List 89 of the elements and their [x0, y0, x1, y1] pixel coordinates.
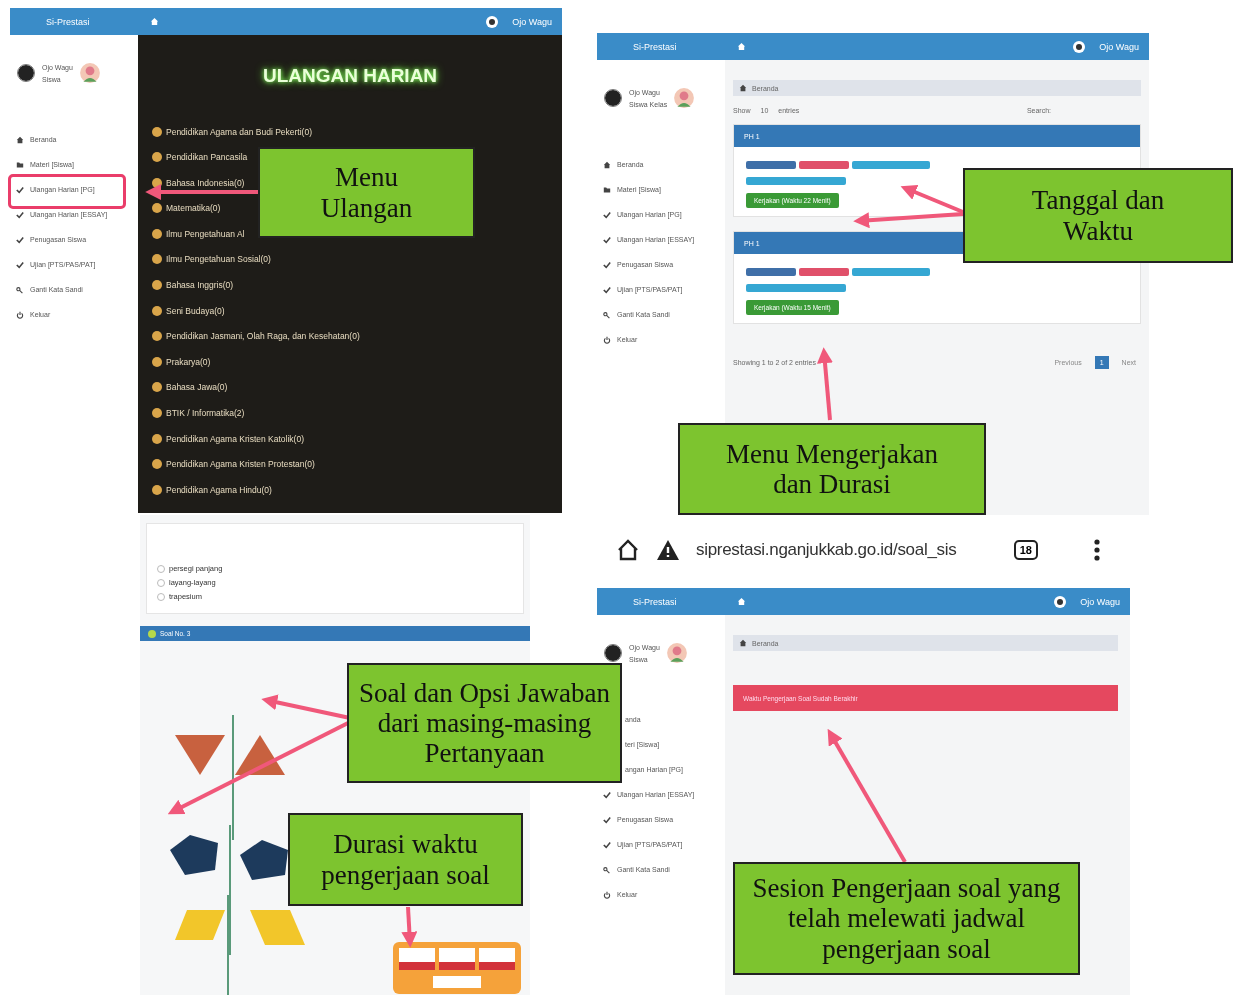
bullet-icon — [152, 331, 162, 342]
subject-link[interactable]: Matematika(0) — [166, 203, 221, 214]
user-icon[interactable] — [486, 15, 499, 28]
subject-link[interactable]: Pendidikan Pancasila — [166, 152, 248, 163]
callout-text: dan Durasi — [773, 469, 891, 500]
warning-icon — [656, 538, 680, 562]
bullet-icon — [152, 305, 162, 316]
subject-link[interactable]: Ilmu Pengetahuan Sosial(0) — [166, 254, 271, 265]
check-icon — [603, 260, 611, 269]
user-icon[interactable] — [1054, 595, 1067, 608]
avatar-icon — [665, 642, 688, 664]
school-logo-icon — [603, 88, 623, 108]
key-icon — [603, 310, 611, 319]
subject-link[interactable]: BTIK / Informatika(2) — [166, 408, 245, 419]
home-icon — [16, 135, 24, 144]
avatar-icon — [673, 87, 696, 109]
subject-link[interactable]: Bahasa Jawa(0) — [166, 382, 228, 393]
subject-link[interactable]: Pendidikan Jasmani, Olah Raga, dan Kesehatan(0) — [166, 331, 360, 342]
app-brand[interactable]: Si-Prestasi — [633, 596, 723, 607]
power-icon — [603, 890, 611, 899]
home-icon — [739, 84, 747, 92]
tab-count-button[interactable]: 18 — [1013, 540, 1038, 560]
subject-link[interactable]: Seni Budaya(0) — [166, 305, 225, 316]
callout-text: Menu Mengerjakan — [725, 438, 939, 469]
avatar-icon — [78, 62, 101, 84]
check-icon — [16, 210, 24, 219]
bullet-icon — [152, 356, 162, 367]
user-icon[interactable] — [1073, 40, 1086, 53]
callout-text: Pertanyaan — [424, 738, 545, 769]
callout-text: telah melewati jadwal — [788, 903, 1025, 934]
app-brand[interactable]: Si-Prestasi — [633, 41, 723, 52]
bullet-icon — [152, 228, 162, 239]
check-icon — [16, 235, 24, 244]
home-icon — [603, 160, 611, 169]
check-icon — [603, 790, 611, 799]
callout-text: dari masing-masing — [377, 707, 592, 739]
check-icon — [16, 260, 24, 269]
folder-icon — [16, 160, 24, 169]
callout-text: Sesion Pengerjaan soal yang — [752, 873, 1061, 904]
check-icon — [16, 185, 24, 194]
callout-text: pengerjaan soal — [321, 859, 490, 890]
home-icon[interactable] — [616, 538, 640, 562]
subject-link[interactable]: Ilmu Pengetahuan Al — [166, 228, 245, 239]
bullet-icon — [152, 280, 162, 291]
subject-link[interactable]: Pendidikan Agama dan Budi Pekerti(0) — [166, 126, 312, 137]
subject-link[interactable]: Pendidikan Agama Kristen Protestan(0) — [166, 459, 315, 470]
school-logo-icon — [16, 63, 36, 83]
bullet-icon — [152, 433, 162, 444]
subject-link[interactable]: Pendidikan Agama Hindu(0) — [166, 484, 272, 495]
power-icon — [16, 310, 24, 319]
subject-link[interactable]: Bahasa Indonesia(0) — [166, 177, 245, 188]
bullet-icon — [148, 629, 156, 638]
bullet-icon — [152, 484, 162, 495]
power-icon — [603, 335, 611, 344]
key-icon — [603, 865, 611, 874]
check-icon — [603, 210, 611, 219]
callout-text: pengerjaan soal — [822, 933, 991, 964]
bullet-icon — [152, 254, 162, 265]
bullet-icon — [152, 382, 162, 393]
folder-icon — [603, 185, 611, 194]
more-options-icon[interactable] — [1094, 538, 1100, 562]
callout-text: Waktu — [1063, 215, 1133, 246]
callout-text: Menu — [335, 162, 398, 193]
check-icon — [603, 235, 611, 244]
check-icon — [603, 285, 611, 294]
user-name[interactable]: Ojo Wagu — [1099, 41, 1139, 52]
callout-text: Ulangan — [320, 192, 413, 223]
url-text[interactable]: siprestasi.nganjukkab.go.id/soal_sis — [696, 540, 957, 560]
callout-text: Soal dan Opsi Jawaban — [358, 677, 611, 708]
callout-text: Tanggal dan — [1031, 185, 1165, 216]
page-title: ULANGAN HARIAN — [262, 65, 438, 87]
bullet-icon — [152, 126, 162, 137]
check-icon — [603, 840, 611, 849]
bullet-icon — [152, 408, 162, 419]
app-brand[interactable]: Si-Prestasi — [46, 16, 136, 27]
subject-link[interactable]: Pendidikan Agama Kristen Katolik(0) — [166, 433, 304, 444]
callout-text: Durasi waktu — [333, 829, 478, 860]
check-icon — [603, 815, 611, 824]
subject-link[interactable]: Prakarya(0) — [166, 356, 211, 367]
subject-link[interactable]: Bahasa Inggris(0) — [166, 280, 234, 291]
arrow — [401, 906, 418, 948]
bullet-icon — [152, 152, 162, 163]
user-name[interactable]: Ojo Wagu — [512, 16, 552, 27]
key-icon — [16, 285, 24, 294]
bullet-icon — [152, 203, 162, 214]
bullet-icon — [152, 459, 162, 470]
user-name[interactable]: Ojo Wagu — [1080, 596, 1120, 607]
bullet-icon — [152, 177, 162, 188]
home-icon — [739, 639, 747, 647]
